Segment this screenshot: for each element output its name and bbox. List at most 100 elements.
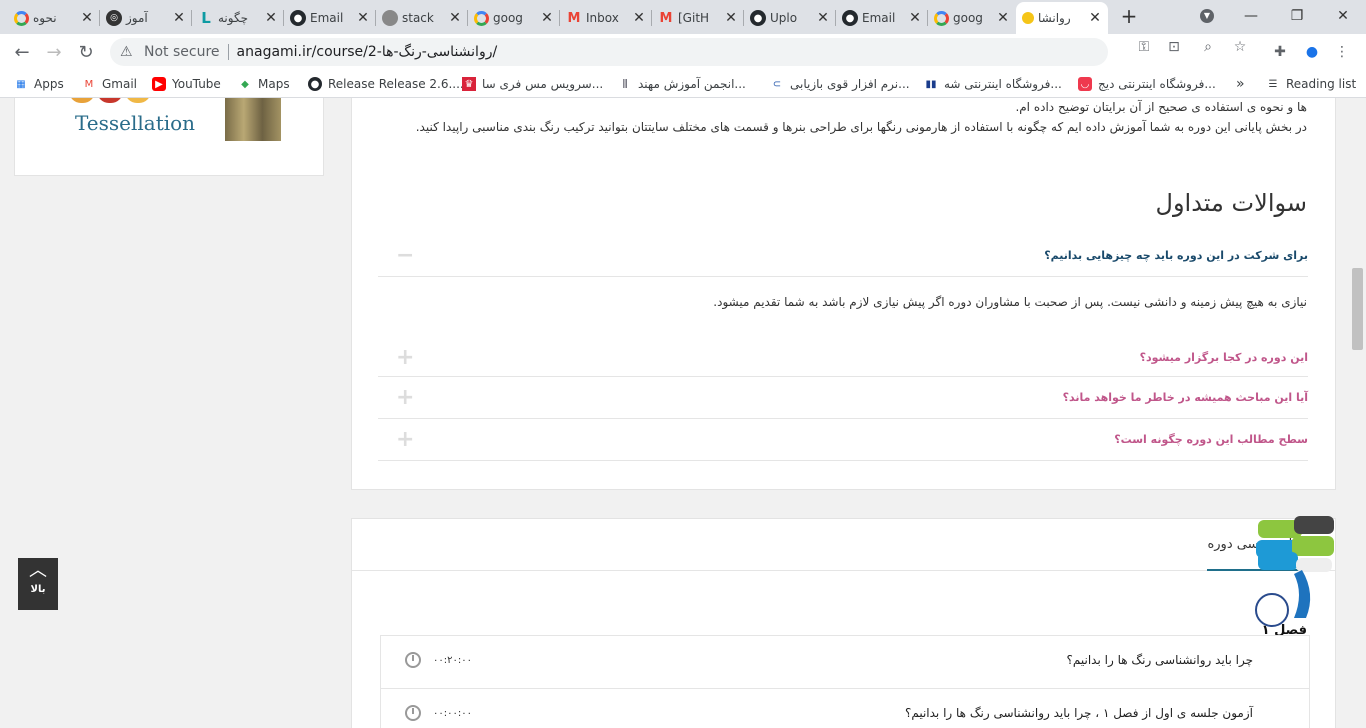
- browser-tab[interactable]: نحوه ✕: [8, 2, 100, 34]
- extensions-icon[interactable]: ✚: [1268, 40, 1292, 64]
- close-window-icon[interactable]: ✕: [1320, 0, 1366, 32]
- apps-grid-icon: ▦: [16, 78, 26, 90]
- tab-title: stack: [402, 11, 434, 25]
- digikala-icon: ◡: [1078, 77, 1092, 91]
- bookmark-service[interactable]: ♛ سرویس مس فری سا...: [462, 75, 603, 93]
- lesson-row[interactable]: آزمون جلسه ی اول از فصل ۱ ، چرا باید روا…: [380, 688, 1310, 728]
- faq-question[interactable]: برای شرکت در این دوره باید چه چیزهایی بد…: [1044, 249, 1308, 262]
- close-tab-icon[interactable]: ✕: [908, 10, 922, 26]
- faq-question[interactable]: آیا این مباحث همیشه در خاطر ما خواهد مان…: [1063, 391, 1308, 404]
- bookmarks-more[interactable]: »: [1236, 75, 1245, 93]
- tab-title: نحوه: [33, 11, 57, 25]
- lesson-title[interactable]: چرا باید روانشناسی رنگ ها را بدانیم؟: [1067, 653, 1253, 667]
- close-tab-icon[interactable]: ✕: [632, 10, 646, 26]
- bookmark-gmail[interactable]: M Gmail: [82, 75, 137, 93]
- expand-icon[interactable]: +: [396, 427, 414, 452]
- tab-title: Email: [862, 11, 896, 25]
- support-phone-icon: [1255, 516, 1334, 627]
- collapse-icon[interactable]: −: [396, 243, 414, 268]
- clock-icon: [405, 705, 421, 721]
- expand-icon[interactable]: +: [396, 345, 414, 370]
- address-bar[interactable]: ⚠ Not secure anagami.ir/course/2-روانشنا…: [110, 38, 1108, 66]
- github-icon: ●: [290, 10, 306, 26]
- faq-item[interactable]: آیا این مباحث همیشه در خاطر ما خواهد مان…: [378, 377, 1308, 419]
- support-widget[interactable]: [1254, 514, 1338, 630]
- close-tab-icon[interactable]: ✕: [540, 10, 554, 26]
- tab-search-icon[interactable]: ▼: [1184, 0, 1230, 32]
- browser-tab[interactable]: M [GitH ✕: [652, 2, 744, 34]
- browser-tab[interactable]: ● Email ✕: [836, 2, 928, 34]
- close-tab-icon[interactable]: ✕: [356, 10, 370, 26]
- tab-title: روانشا: [1038, 11, 1071, 25]
- menu-icon[interactable]: ⋮: [1330, 40, 1354, 64]
- browser-tab[interactable]: ● Email ✕: [284, 2, 376, 34]
- faq-question[interactable]: این دوره در کجا برگزار میشود؟: [1140, 351, 1308, 364]
- tab-title: چگونه: [218, 11, 249, 25]
- bookmark-youtube[interactable]: ▶ YouTube: [152, 75, 221, 93]
- forward-icon[interactable]: →: [40, 38, 68, 66]
- page-content: Tessellation ها و نحوه ی استفاده ی صحیح …: [0, 98, 1350, 728]
- back-icon[interactable]: ←: [8, 38, 36, 66]
- browser-tab[interactable]: ● Uplo ✕: [744, 2, 836, 34]
- bookmark-forum[interactable]: ⫼ انجمن آموزش مهند...: [618, 75, 746, 93]
- tab-strip: نحوه ✕ ◎ آموز ✕ L چگونه ✕ ● Email ✕ stac…: [0, 0, 1366, 34]
- page-scrollbar[interactable]: [1350, 98, 1366, 728]
- restore-icon[interactable]: ❐: [1274, 0, 1320, 32]
- bookmark-maps[interactable]: ◆ Maps: [238, 75, 289, 93]
- faq-question[interactable]: سطح مطالب این دوره چگونه است؟: [1114, 433, 1308, 446]
- google-icon: [474, 10, 489, 26]
- minimize-icon[interactable]: —: [1228, 0, 1274, 32]
- faq-item[interactable]: برای شرکت در این دوره باید چه چیزهایی بد…: [378, 229, 1308, 277]
- lesson-duration: ۰۰:۰۰:۰۰: [433, 708, 472, 719]
- close-tab-icon[interactable]: ✕: [172, 10, 186, 26]
- lesson-row[interactable]: چرا باید روانشناسی رنگ ها را بدانیم؟ ۰۰:…: [380, 635, 1310, 689]
- back-to-top-button[interactable]: ︿ بالا: [18, 558, 58, 610]
- faq-item[interactable]: این دوره در کجا برگزار میشود؟ +: [378, 337, 1308, 377]
- close-tab-icon[interactable]: ✕: [724, 10, 738, 26]
- close-tab-icon[interactable]: ✕: [264, 10, 278, 26]
- translate-icon[interactable]: ⊡: [1164, 39, 1184, 55]
- intro-line: در بخش پایانی این دوره به شما آموزش داده…: [415, 120, 1307, 134]
- not-secure-label[interactable]: Not secure: [144, 44, 220, 60]
- browser-tab[interactable]: stack ✕: [376, 2, 468, 34]
- new-tab-button[interactable]: +: [1114, 0, 1144, 32]
- faq-item[interactable]: سطح مطالب این دوره چگونه است؟ +: [378, 419, 1308, 461]
- browser-tab[interactable]: goog ✕: [928, 2, 1016, 34]
- tab-title: Inbox: [586, 11, 619, 25]
- lesson-title[interactable]: آزمون جلسه ی اول از فصل ۱ ، چرا باید روا…: [905, 706, 1253, 720]
- close-tab-icon[interactable]: ✕: [448, 10, 462, 26]
- gmail-icon: M: [84, 78, 94, 90]
- recovery-icon: ⊂: [772, 78, 782, 90]
- tl-icon: L: [201, 9, 211, 27]
- url-text[interactable]: anagami.ir/course/2-روانشناسی-رنگ-ها/: [237, 44, 498, 60]
- bookmark-star-icon[interactable]: ☆: [1230, 39, 1250, 55]
- reload-icon[interactable]: ↻: [72, 38, 100, 66]
- zoom-icon[interactable]: ⌕: [1198, 39, 1218, 55]
- bookmark-recovery[interactable]: ⊂ نرم افزار قوی بازیابی...: [770, 75, 910, 93]
- browser-tab[interactable]: goog ✕: [468, 2, 560, 34]
- tab-title: آموز: [126, 11, 148, 25]
- clock-icon: [405, 652, 421, 668]
- browser-tab[interactable]: L چگونه ✕: [192, 2, 284, 34]
- bookmark-release[interactable]: ● Release Release 2.6....: [308, 75, 464, 93]
- close-tab-icon[interactable]: ✕: [996, 10, 1010, 26]
- google-icon: [14, 10, 29, 26]
- reading-list[interactable]: ☰ Reading list: [1266, 75, 1357, 93]
- bookmark-digikala[interactable]: ◡ فروشگاه اینترنتی دیج...: [1078, 75, 1216, 93]
- bookmark-apps[interactable]: ▦ Apps: [14, 75, 63, 93]
- warning-icon[interactable]: ⚠: [120, 44, 138, 60]
- scrollbar-thumb[interactable]: [1352, 268, 1363, 350]
- profile-icon[interactable]: ●: [1300, 40, 1324, 64]
- key-icon[interactable]: ⚿: [1134, 39, 1154, 55]
- close-tab-icon[interactable]: ✕: [816, 10, 830, 26]
- expand-icon[interactable]: +: [396, 385, 414, 410]
- bookmark-store[interactable]: ▮▮ فروشگاه اینترنتی شه...: [924, 75, 1061, 93]
- browser-tab-active[interactable]: روانشا ✕: [1016, 2, 1108, 34]
- browser-tab[interactable]: ◎ آموز ✕: [100, 2, 192, 34]
- close-tab-icon[interactable]: ✕: [1088, 10, 1102, 26]
- back-to-top-label: بالا: [30, 584, 46, 595]
- close-tab-icon[interactable]: ✕: [80, 10, 94, 26]
- youtube-icon: ▶: [152, 77, 166, 91]
- browser-tab[interactable]: M Inbox ✕: [560, 2, 652, 34]
- shop-icon: ♛: [462, 77, 476, 91]
